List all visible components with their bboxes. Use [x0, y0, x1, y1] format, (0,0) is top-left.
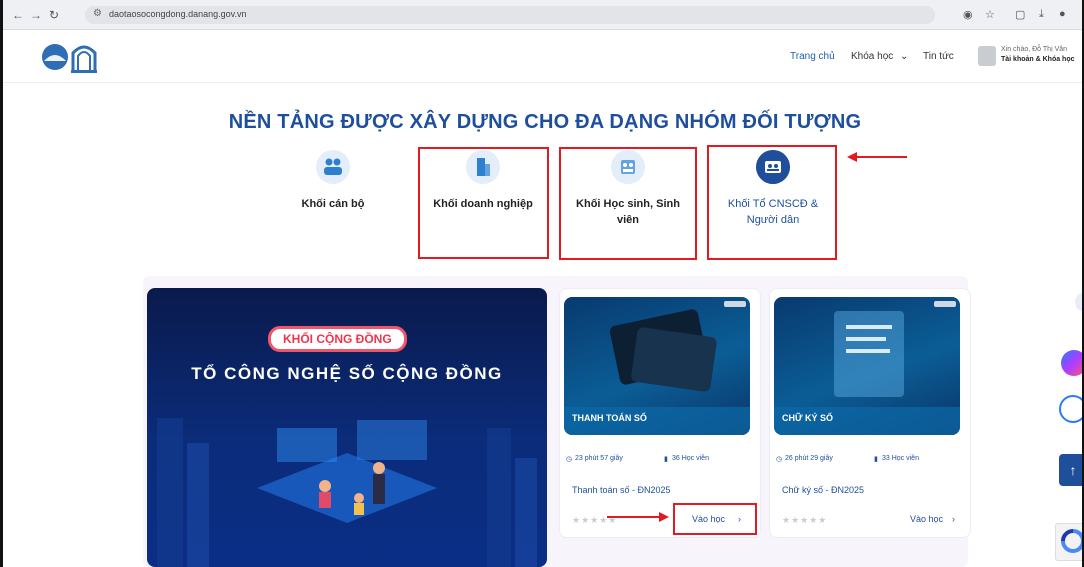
banner-illustration-icon [157, 418, 537, 567]
site-logo-icon[interactable] [41, 39, 103, 75]
community-banner[interactable]: KHỐI CỘNG ĐỒNG TỔ CÔNG NGHỆ SỐ CỘNG ĐỒNG [147, 288, 547, 567]
messenger-icon[interactable] [1061, 350, 1082, 376]
clock-icon: ◷ [776, 456, 783, 463]
download-icon[interactable]: ⤓ [1039, 8, 1044, 21]
avatar[interactable] [978, 46, 996, 66]
address-url: daotaosocongdong.danang.gov.vn [109, 9, 247, 19]
nav-news-link[interactable]: Tin tức [923, 51, 954, 62]
reload-icon[interactable]: ↻ [47, 8, 61, 22]
course-name[interactable]: Thanh toán số - ĐN2025 [572, 485, 671, 495]
chevron-down-icon[interactable]: ⌄ [900, 51, 908, 62]
course-thumb-title: THANH TOÁN SỐ [572, 413, 647, 423]
banner-title: TỔ CÔNG NGHỆ SỐ CỘNG ĐỒNG [191, 364, 503, 383]
annotation-arrow [607, 512, 669, 522]
course-card[interactable]: THANH TOÁN SỐ ◷ 23 phút 57 giây ▮ 36 Học… [559, 288, 761, 538]
course-name[interactable]: Chữ ký số - ĐN2025 [782, 485, 864, 495]
plus-icon[interactable] [1075, 292, 1082, 312]
site-header: Trang chủ Khóa học ⌄ Tin tức Xin chào, Đ… [3, 31, 1082, 83]
course-thumbnail[interactable]: THANH TOÁN SỐ [564, 297, 750, 435]
account-menu[interactable]: Xin chào, Đỗ Thị Vân Tài khoản & Khóa họ… [1001, 46, 1081, 63]
annotation-box [559, 147, 697, 260]
browser-window: ← → ↻ ⚙ daotaosocongdong.danang.gov.vn ◉… [0, 0, 1084, 567]
annotation-arrow [847, 152, 907, 162]
back-icon[interactable]: ← [11, 8, 25, 22]
course-thumbnail[interactable]: CHỮ KÝ SỐ [774, 297, 960, 435]
translate-icon[interactable]: ◉ [963, 8, 973, 21]
section-title: NỀN TẢNG ĐƯỢC XÂY DỰNG CHO ĐA DẠNG NHÓM … [228, 111, 862, 133]
thumbnail-tag [724, 301, 746, 307]
rating-stars: ★★★★★ [782, 515, 828, 525]
students-icon: ▮ [664, 456, 668, 463]
chevron-right-icon[interactable]: › [952, 514, 955, 524]
category-label: Khối cán bộ [301, 198, 365, 210]
annotation-box [673, 503, 757, 535]
people-group-icon [316, 150, 350, 184]
banner-badge: KHỐI CỘNG ĐỒNG [268, 326, 407, 352]
address-bar[interactable]: ⚙ daotaosocongdong.danang.gov.vn [85, 6, 935, 24]
site-info-icon[interactable]: ⚙ [93, 8, 102, 19]
students-icon: ▮ [874, 456, 878, 463]
extensions-icon[interactable]: ▢ [1015, 8, 1025, 21]
nav-home-link[interactable]: Trang chủ [790, 51, 835, 62]
category-officials[interactable]: Khối cán bộ [298, 150, 368, 212]
course-students: 33 Học viên [882, 455, 919, 462]
enter-course-button[interactable]: Vào học [910, 514, 943, 524]
forward-icon[interactable]: → [29, 8, 43, 22]
clock-icon: ◷ [566, 456, 573, 463]
account-link[interactable]: Tài khoản & Khóa học [1001, 56, 1081, 63]
scroll-top-icon[interactable]: ↑ [1059, 454, 1082, 486]
nav-courses-link[interactable]: Khóa học [851, 51, 893, 62]
annotation-box [418, 147, 549, 259]
annotation-box [707, 145, 837, 260]
course-duration: 23 phút 57 giây [575, 455, 623, 462]
browser-toolbar: ← → ↻ ⚙ daotaosocongdong.danang.gov.vn ◉… [3, 0, 1082, 30]
account-greeting: Xin chào, Đỗ Thị Vân [1001, 46, 1068, 53]
recaptcha-icon [1055, 523, 1082, 561]
bookmark-star-icon[interactable]: ☆ [985, 8, 995, 21]
thumbnail-tag [934, 301, 956, 307]
course-students: 36 Học viên [672, 455, 709, 462]
course-duration: 26 phút 29 giây [785, 455, 833, 462]
course-thumb-title: CHỮ KÝ SỐ [782, 413, 833, 423]
profile-icon[interactable]: ● [1059, 8, 1066, 20]
zalo-icon[interactable] [1059, 395, 1082, 423]
course-card[interactable]: CHỮ KÝ SỐ ◷ 26 phút 29 giây ▮ 33 Học viê… [769, 288, 971, 538]
